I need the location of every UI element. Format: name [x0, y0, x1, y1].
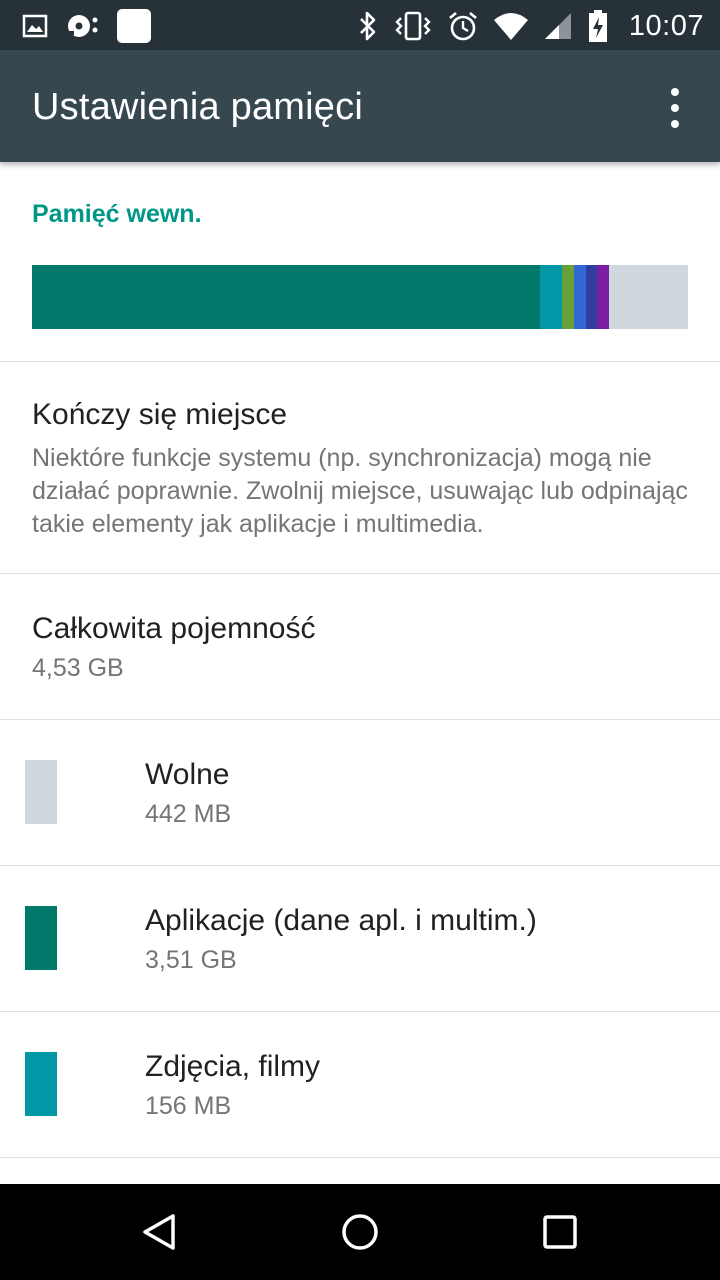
overflow-dot	[671, 120, 679, 128]
storage-segment-photos	[539, 265, 563, 329]
blank-square-icon	[117, 9, 151, 43]
battery-charging-icon	[588, 10, 607, 42]
divider	[0, 361, 720, 362]
divider	[0, 865, 720, 866]
category-color-swatch	[25, 760, 57, 824]
overflow-dot	[671, 104, 679, 112]
storage-usage-bar	[32, 265, 688, 329]
divider	[0, 1011, 720, 1012]
home-button[interactable]	[320, 1202, 400, 1262]
back-triangle-icon	[143, 1214, 175, 1250]
storage-segment-purple	[597, 265, 610, 329]
storage-segment-green	[562, 265, 574, 329]
status-bar-right: 10:07	[357, 6, 704, 46]
status-bar: 10:07	[0, 0, 720, 50]
navigation-bar	[0, 1184, 720, 1280]
app-bar: Ustawienia pamięci	[0, 50, 720, 162]
home-circle-icon	[342, 1214, 378, 1250]
low-storage-summary: Niektóre funkcje systemu (np. synchroniz…	[32, 444, 688, 538]
page-title: Ustawienia pamięci	[32, 86, 363, 128]
vibrate-icon	[395, 11, 431, 41]
internal-storage-header: Pamięć wewn.	[32, 200, 202, 228]
total-capacity-title: Całkowita pojemność	[32, 612, 316, 645]
status-time: 10:07	[628, 9, 704, 42]
back-button[interactable]	[120, 1202, 200, 1262]
more-vert-icon[interactable]	[660, 88, 690, 128]
category-size: 3,51 GB	[145, 946, 237, 974]
category-color-swatch	[25, 1052, 57, 1116]
wifi-icon	[493, 13, 528, 40]
low-storage-title: Kończy się miejsce	[32, 398, 288, 431]
status-bar-left	[22, 8, 152, 44]
category-name: Aplikacje (dane apl. i multim.)	[145, 904, 537, 937]
storage-segment-indigo	[585, 265, 598, 329]
divider	[0, 719, 720, 720]
divider	[0, 1157, 720, 1158]
total-capacity-value: 4,53 GB	[32, 654, 124, 682]
category-size: 156 MB	[145, 1092, 232, 1120]
bluetooth-icon	[360, 11, 376, 41]
storage-settings-content: Pamięć wewn. Kończy się miejsce Niektóre…	[0, 162, 720, 1184]
disc-icon	[66, 15, 98, 37]
recents-square-icon	[543, 1215, 577, 1249]
category-color-swatch	[25, 906, 57, 970]
storage-segment-blue	[573, 265, 586, 329]
storage-segment-apps	[32, 265, 540, 329]
alarm-icon	[449, 12, 477, 41]
category-name: Wolne	[145, 758, 230, 791]
category-size: 442 MB	[145, 800, 232, 828]
image-icon	[22, 14, 48, 38]
category-name: Zdjęcia, filmy	[145, 1050, 321, 1083]
overflow-dot	[671, 88, 679, 96]
recents-button[interactable]	[520, 1202, 600, 1262]
signal-icon	[544, 13, 571, 39]
divider	[0, 573, 720, 574]
